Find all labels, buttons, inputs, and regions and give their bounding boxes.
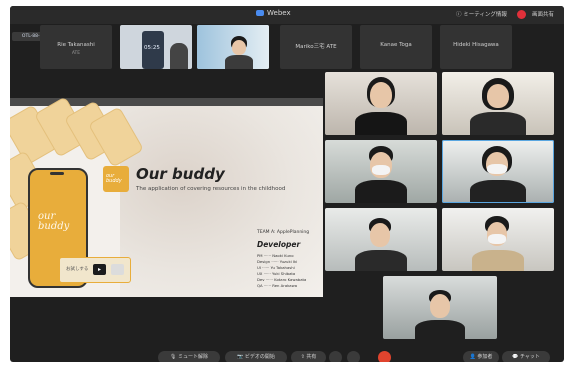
developer-row: UX ······ Yuki Shibata <box>257 271 296 276</box>
participant-name: Mariko三宅 ATE <box>295 44 337 50</box>
developer-row: QA ······ Ren Arakawa <box>257 283 298 288</box>
mute-button[interactable]: 🎙 ミュート解除 <box>158 351 220 362</box>
cta-text: お試しする <box>66 267 89 272</box>
developer-heading: Developer <box>257 240 301 249</box>
slide-title: Our buddy <box>136 165 225 183</box>
participant-thumb[interactable]: Hideki Hisagawa <box>440 25 512 69</box>
mask <box>488 234 506 244</box>
reactions-icon[interactable] <box>329 351 342 362</box>
participant-name: Rie Takanashi <box>57 42 95 48</box>
end-call-button[interactable] <box>378 351 391 362</box>
chat-button[interactable]: 💬 チャット <box>502 351 550 362</box>
phone-timer-icon: 05:25 <box>142 31 164 69</box>
developer-row: PM ······ Naoki Kuno <box>257 253 294 258</box>
recording-icon <box>517 10 526 19</box>
layout-button[interactable]: 画面共有 <box>532 10 554 18</box>
start-video-button[interactable]: 📷 ビデオの開始 <box>225 351 287 362</box>
app-logo: our buddy <box>38 211 70 232</box>
mask <box>372 165 390 175</box>
person-silhouette <box>170 43 188 69</box>
meeting-window: Webex ⓘ ミーティング情報 画面共有 OTL-88-HBW88 Rie T… <box>10 6 564 362</box>
mask <box>487 164 507 174</box>
participant-thumb[interactable]: Rie Takanashi ATE <box>40 25 112 69</box>
participant-video[interactable]: 05:25 <box>120 25 192 69</box>
developer-row: Design ······ Yuzuki Iki <box>257 259 298 264</box>
play-icon[interactable]: ▸ <box>93 264 106 275</box>
more-icon[interactable] <box>347 351 360 362</box>
participant-video[interactable] <box>197 25 269 69</box>
participants-button[interactable]: 👤 参加者 <box>463 351 499 362</box>
participant-video[interactable] <box>325 208 437 271</box>
title-bar: Webex ⓘ ミーティング情報 画面共有 <box>10 6 564 24</box>
share-button[interactable]: ⇧ 共有 <box>291 351 326 362</box>
participant-thumb[interactable]: Kanae Toga <box>360 25 432 69</box>
participant-video-active[interactable] <box>442 140 554 203</box>
webex-logo-icon <box>256 10 264 16</box>
participant-video[interactable] <box>325 72 437 135</box>
window-title: Webex <box>256 9 291 17</box>
participant-thumb[interactable]: Mariko三宅 ATE <box>280 25 352 69</box>
participant-video[interactable] <box>383 276 497 339</box>
app-badge-icon: our buddy <box>103 166 129 192</box>
participant-video[interactable] <box>442 208 554 271</box>
participant-sub: ATE <box>71 51 81 56</box>
placeholder-icon <box>111 264 124 275</box>
developer-row: UI ······ Yu Takahashi <box>257 265 295 270</box>
developer-row: Dev ······ Kotaro Kawabata <box>257 277 307 282</box>
meeting-info-button[interactable]: ⓘ ミーティング情報 <box>456 10 507 18</box>
team-label: TEAM A: ApplePlanning <box>257 230 310 235</box>
window-title-text: Webex <box>267 9 291 17</box>
participant-video[interactable] <box>442 72 554 135</box>
shared-screen[interactable]: our buddy お試しする ▸ our buddy Our buddy Th… <box>10 98 323 297</box>
slide-subtitle: The application of covering resources in… <box>136 186 286 192</box>
try-app-card[interactable]: お試しする ▸ <box>59 257 131 283</box>
participant-name: Kanae Toga <box>380 42 412 48</box>
participant-name: Hideki Hisagawa <box>453 42 499 48</box>
participant-video[interactable] <box>325 140 437 203</box>
